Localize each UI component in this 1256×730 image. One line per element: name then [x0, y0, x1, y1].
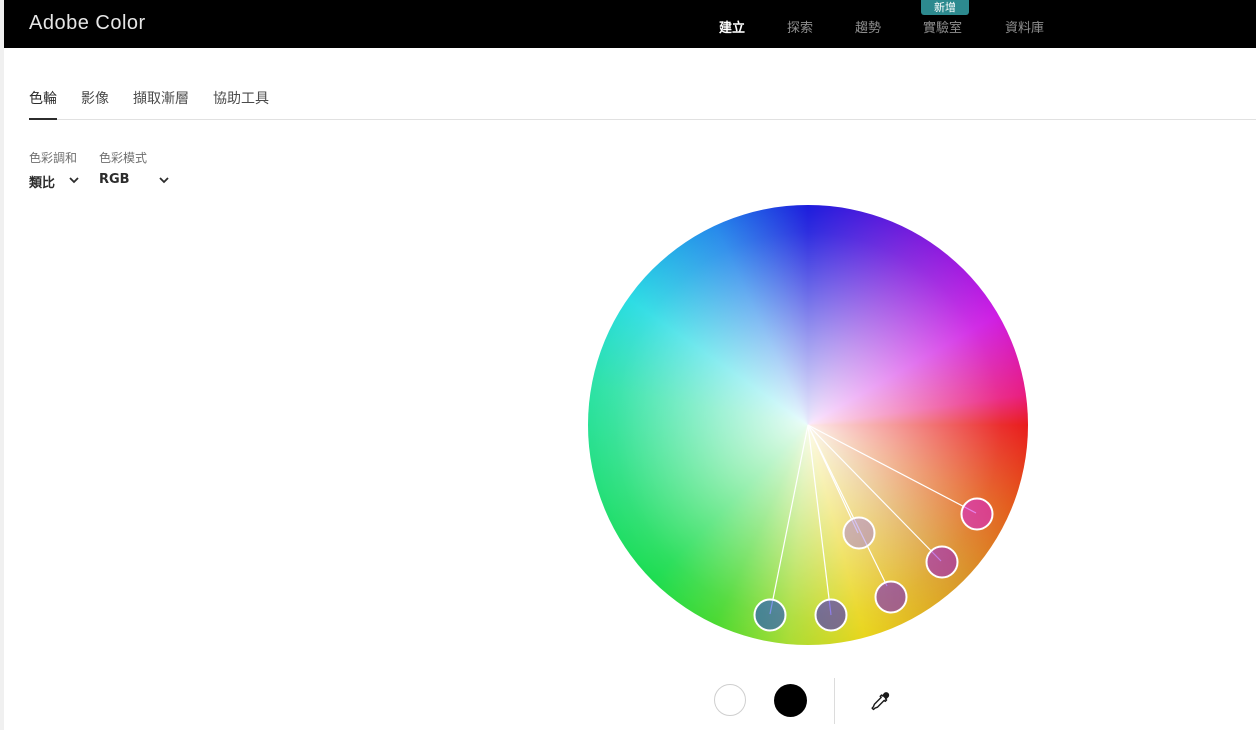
nav-create[interactable]: 建立: [719, 17, 745, 36]
color-handle[interactable]: [842, 516, 876, 550]
handle-line: [807, 424, 888, 587]
white-swatch-button[interactable]: [714, 684, 746, 716]
handle-line: [769, 424, 809, 615]
app-logo[interactable]: Adobe Color: [29, 12, 146, 35]
nav-library[interactable]: 資料庫: [1005, 17, 1044, 36]
color-handle[interactable]: [753, 598, 787, 632]
harmony-select[interactable]: 類比: [29, 172, 55, 191]
black-swatch-button[interactable]: [774, 684, 807, 717]
eyedropper-icon[interactable]: [869, 690, 893, 714]
chevron-down-icon[interactable]: [68, 174, 80, 186]
color-handle[interactable]: [960, 497, 994, 531]
handle-line: [807, 424, 859, 534]
new-badge: 新增: [921, 0, 969, 15]
top-nav-bar: Adobe Color 新增 建立 探索 趨勢 實驗室 資料庫: [4, 0, 1256, 48]
nav-labs[interactable]: 實驗室: [923, 17, 962, 36]
handle-line: [807, 424, 942, 562]
nav-explore[interactable]: 探索: [787, 17, 813, 36]
toolbar-divider: [834, 678, 835, 724]
handle-line: [807, 424, 977, 514]
tab-color-wheel[interactable]: 色輪: [29, 88, 57, 108]
color-mode-label: 色彩模式: [99, 151, 148, 165]
color-handle[interactable]: [925, 545, 959, 579]
color-mode-select[interactable]: RGB: [99, 172, 130, 187]
nav-trends[interactable]: 趨勢: [855, 17, 881, 36]
chevron-down-icon[interactable]: [158, 174, 170, 186]
tabs-divider: [29, 119, 1256, 120]
harmony-label: 色彩調和: [29, 151, 78, 165]
handle-line: [807, 424, 832, 616]
active-tab-indicator: [29, 118, 57, 120]
color-handle-base[interactable]: [874, 580, 908, 614]
color-wheel-handles: [753, 424, 994, 632]
color-wheel[interactable]: [588, 205, 1028, 645]
tab-image[interactable]: 影像: [81, 88, 109, 108]
window-left-edge: [0, 0, 4, 730]
tab-accessibility-tools[interactable]: 協助工具: [213, 88, 269, 108]
color-handle[interactable]: [814, 598, 848, 632]
tab-extract-gradient[interactable]: 擷取漸層: [133, 88, 189, 108]
